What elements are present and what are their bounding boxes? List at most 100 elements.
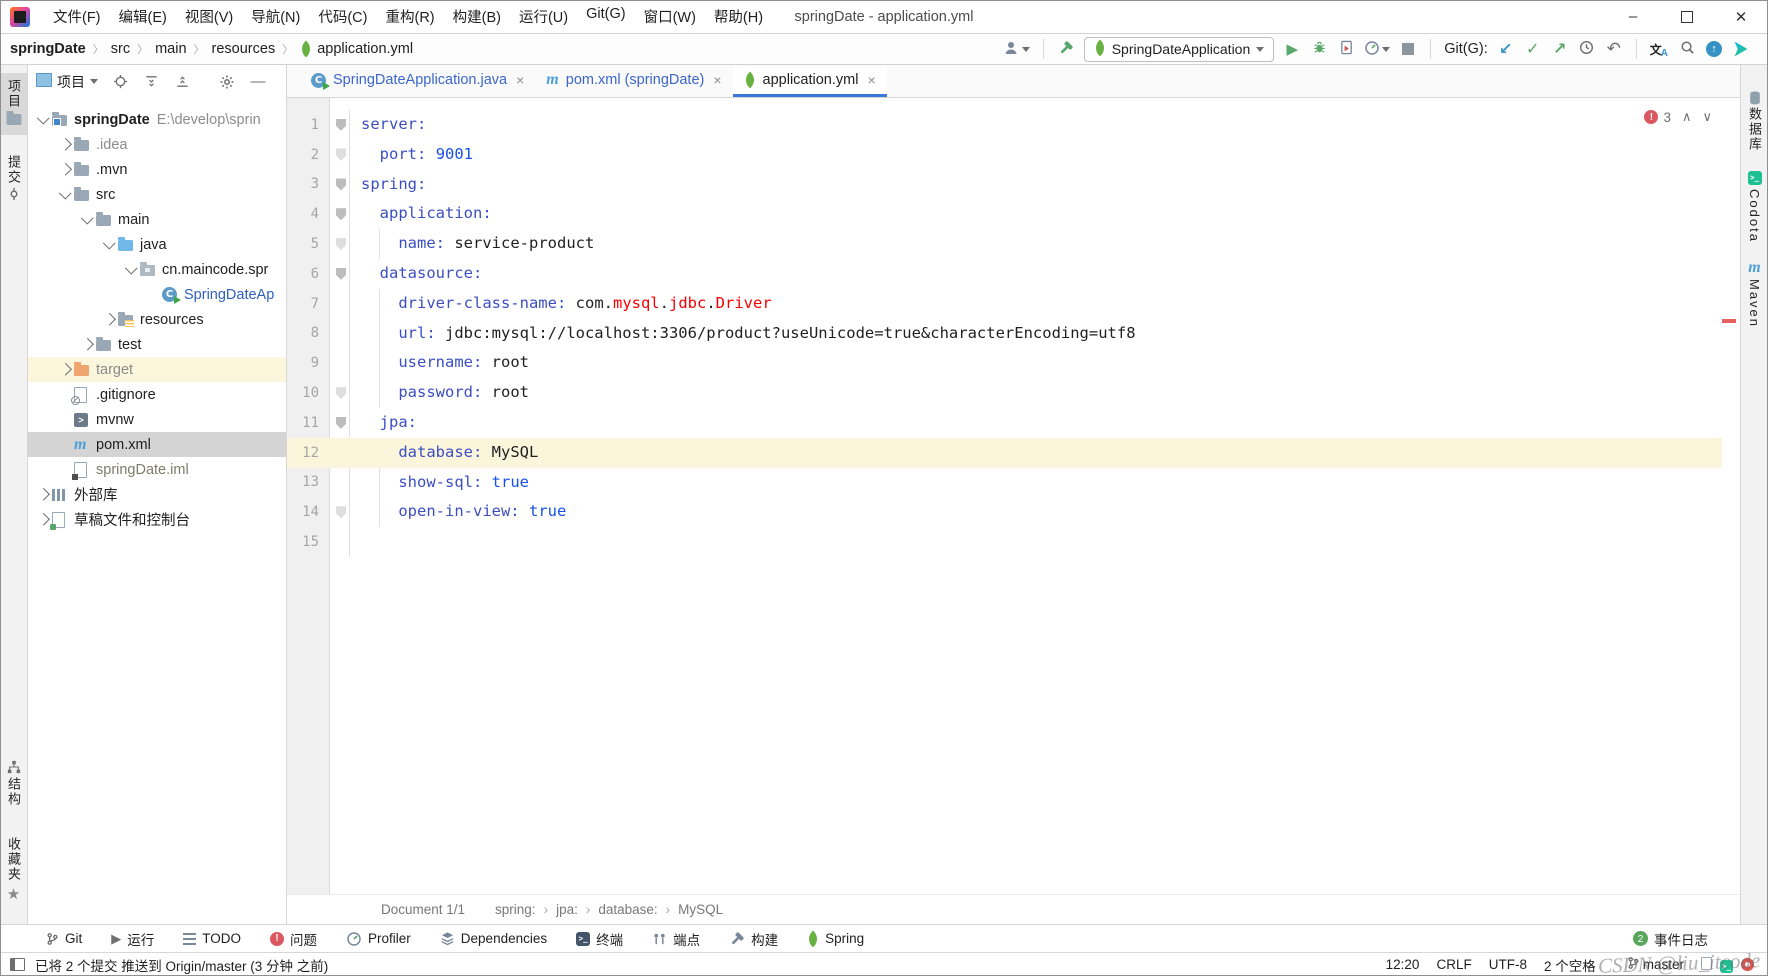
fold-marker-icon[interactable]	[336, 416, 346, 429]
maximize-icon[interactable]	[1660, 0, 1714, 33]
fold-marker-icon[interactable]	[336, 387, 346, 400]
expand-all-button[interactable]	[142, 71, 160, 93]
chevron-right-icon[interactable]	[100, 313, 118, 326]
code-line[interactable]: 3 spring:	[287, 170, 1722, 200]
code-line[interactable]: 12 database: MySQL	[287, 437, 1722, 468]
stop-button[interactable]	[1399, 38, 1417, 60]
plugin-promo-icon[interactable]	[1732, 38, 1750, 60]
update-available-button[interactable]: ↑	[1705, 38, 1723, 60]
collapse-all-button[interactable]	[173, 71, 191, 93]
code-line[interactable]: 4 application:	[287, 199, 1722, 229]
encoding-indicator[interactable]: UTF-8	[1489, 957, 1527, 972]
code-line[interactable]: 14 open-in-view: true	[287, 497, 1722, 527]
panel-settings-button[interactable]	[218, 71, 236, 93]
tree-row[interactable]: java	[28, 232, 286, 257]
tree-row[interactable]: main	[28, 207, 286, 232]
tree-row[interactable]: .mvn	[28, 157, 286, 182]
chevron-right-icon[interactable]	[34, 513, 52, 526]
code-editor[interactable]: 1 server: 2 port: 9001 3 spring: 4 applicatio…	[287, 98, 1740, 894]
hide-panel-button[interactable]: —	[249, 71, 267, 93]
tool-window-button-运行[interactable]: ▶ 运行	[111, 929, 154, 949]
menu-item[interactable]: 构建(B)	[444, 6, 510, 27]
code-line[interactable]: 10 password: root	[287, 378, 1722, 408]
yaml-breadcrumb-item[interactable]: MySQL	[678, 902, 723, 917]
event-log-button[interactable]: 2 事件日志	[1633, 929, 1708, 949]
yaml-breadcrumb-item[interactable]: database:	[598, 902, 657, 917]
search-everywhere-button[interactable]	[1678, 38, 1696, 60]
tool-window-button-端点[interactable]: 端点	[652, 929, 700, 949]
tree-row[interactable]: resources	[28, 307, 286, 332]
rollback-button[interactable]: ↶	[1605, 38, 1623, 60]
structure-icon[interactable]	[7, 760, 21, 777]
breadcrumb-item[interactable]: src	[111, 41, 130, 57]
prev-error-icon[interactable]: ∧	[1682, 109, 1692, 125]
run-coverage-button[interactable]	[1337, 38, 1355, 60]
tool-stripe-commit[interactable]: 提交	[4, 155, 23, 185]
build-hammer-button[interactable]	[1057, 38, 1075, 60]
tree-row[interactable]: test	[28, 332, 286, 357]
tool-window-button-dependencies[interactable]: Dependencies	[440, 931, 547, 946]
user-account-button[interactable]	[1003, 38, 1030, 60]
code-line[interactable]: 5 name: service-product	[287, 229, 1722, 259]
tree-row[interactable]: .gitignore	[28, 382, 286, 407]
chevron-right-icon[interactable]	[56, 138, 74, 151]
tab-close-icon[interactable]: ×	[867, 72, 875, 88]
run-configuration-select[interactable]: SpringDateApplication	[1083, 36, 1275, 62]
inspections-widget[interactable]: ! 3 ∧ ∨	[1644, 109, 1712, 125]
close-icon[interactable]: ✕	[1714, 0, 1768, 33]
menu-item[interactable]: 导航(N)	[242, 6, 309, 27]
tool-stripe-favorites[interactable]: 收藏夹	[4, 837, 23, 882]
fold-marker-icon[interactable]	[336, 118, 346, 131]
code-line[interactable]: 13 show-sql: true	[287, 468, 1722, 498]
menu-item[interactable]: 视图(V)	[176, 6, 242, 27]
fold-marker-icon[interactable]	[336, 208, 346, 221]
tool-stripe-project[interactable]: 项目	[4, 79, 23, 109]
chevron-down-icon[interactable]	[78, 212, 96, 225]
menu-item[interactable]: Git(G)	[577, 6, 634, 27]
profiler-button[interactable]	[1364, 38, 1391, 60]
project-view-select[interactable]: 项目	[36, 72, 98, 92]
tree-row[interactable]: 外部库	[28, 482, 286, 507]
tool-stripe-structure[interactable]: 结构	[4, 777, 23, 807]
code-line[interactable]: 8 url: jdbc:mysql://localhost:3306/produ…	[287, 319, 1722, 349]
breadcrumb-item[interactable]: resources	[212, 41, 276, 57]
breadcrumb-item[interactable]: springDate	[10, 41, 86, 57]
menu-item[interactable]: 编辑(E)	[110, 6, 176, 27]
tree-row[interactable]: target	[28, 357, 286, 382]
next-error-icon[interactable]: ∨	[1702, 109, 1712, 125]
chevron-down-icon[interactable]	[100, 237, 118, 250]
minimize-icon[interactable]: –	[1606, 0, 1660, 33]
code-line[interactable]: 15	[287, 527, 1722, 557]
chevron-right-icon[interactable]	[56, 163, 74, 176]
tool-window-button-spring[interactable]: Spring	[804, 930, 864, 947]
tree-row[interactable]: C SpringDateAp	[28, 282, 286, 307]
menu-item[interactable]: 代码(C)	[309, 6, 376, 27]
chevron-right-icon[interactable]	[56, 363, 74, 376]
readonly-icon[interactable]	[1701, 956, 1712, 973]
chevron-down-icon[interactable]	[122, 262, 140, 275]
menu-item[interactable]: 运行(U)	[510, 6, 577, 27]
run-button[interactable]: ▶	[1283, 38, 1301, 60]
fold-marker-icon[interactable]	[336, 238, 346, 251]
fold-marker-icon[interactable]	[336, 506, 346, 519]
history-button[interactable]	[1578, 38, 1596, 60]
breadcrumb-item[interactable]: application.yml	[297, 40, 413, 58]
menu-item[interactable]: 文件(F)	[44, 6, 110, 27]
menu-item[interactable]: 重构(R)	[376, 6, 443, 27]
editor-tab[interactable]: C SpringDateApplication.java ×	[300, 66, 535, 97]
tool-window-switcher-icon[interactable]	[10, 958, 25, 971]
database-icon[interactable]	[1748, 91, 1761, 108]
chevron-down-icon[interactable]	[34, 112, 52, 125]
yaml-breadcrumb-item[interactable]: jpa:	[556, 902, 578, 917]
tool-window-button-问题[interactable]: ! 问题	[270, 929, 317, 949]
locate-file-button[interactable]	[111, 71, 129, 93]
fold-marker-icon[interactable]	[336, 267, 346, 280]
menu-item[interactable]: 帮助(H)	[705, 6, 772, 27]
tool-window-button-构建[interactable]: 构建	[729, 929, 778, 949]
tree-row[interactable]: springDate E:\develop\sprin	[28, 107, 286, 132]
codota-status-icon[interactable]: >_	[1720, 957, 1733, 973]
tree-row[interactable]: > mvnw	[28, 407, 286, 432]
tree-row[interactable]: springDate.iml	[28, 457, 286, 482]
tab-close-icon[interactable]: ×	[713, 72, 721, 88]
profiler-status-icon[interactable]	[1741, 958, 1754, 971]
